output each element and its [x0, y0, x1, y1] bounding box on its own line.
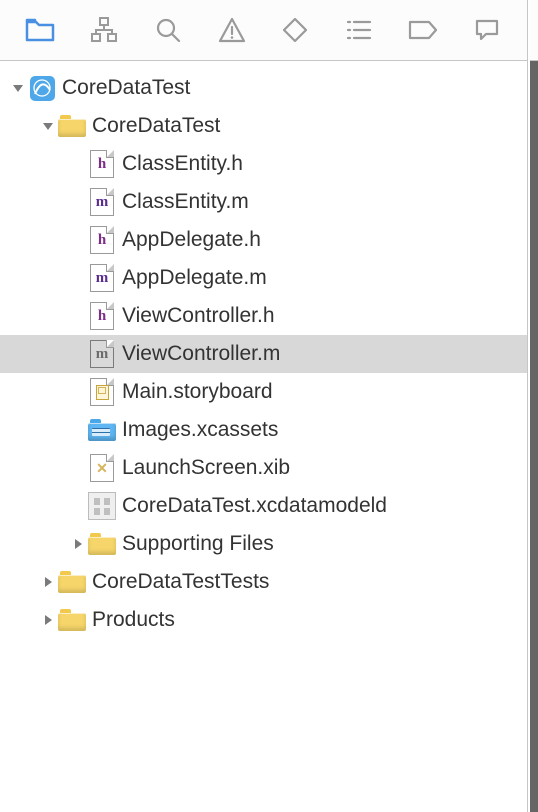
- tag-icon: [408, 20, 438, 40]
- tree-item-group[interactable]: Products: [0, 601, 527, 639]
- find-navigator-tab[interactable]: [152, 14, 184, 46]
- tree-item-label: AppDelegate.h: [122, 228, 261, 252]
- tree-item-label: Products: [92, 608, 175, 632]
- disclosure-triangle-closed[interactable]: [38, 610, 58, 630]
- app-icon: [28, 74, 56, 102]
- diamond-icon: [282, 17, 308, 43]
- tree-item-file[interactable]: m ClassEntity.m: [0, 183, 527, 221]
- tree-item-label: ViewController.m: [122, 342, 280, 366]
- impl-file-icon: m: [88, 188, 116, 216]
- folder-icon: [58, 606, 86, 634]
- tree-item-group[interactable]: Supporting Files: [0, 525, 527, 563]
- tree-item-file-selected[interactable]: m ViewController.m: [0, 335, 527, 373]
- tree-item-group[interactable]: CoreDataTestTests: [0, 563, 527, 601]
- disclosure-triangle-closed[interactable]: [38, 572, 58, 592]
- tree-item-label: LaunchScreen.xib: [122, 456, 290, 480]
- folder-icon: [25, 17, 55, 43]
- tree-item-file[interactable]: CoreDataTest.xcdatamodeld: [0, 487, 527, 525]
- tree-item-label: Images.xcassets: [122, 418, 278, 442]
- tree-item-file[interactable]: h ViewController.h: [0, 297, 527, 335]
- disclosure-triangle-closed[interactable]: [68, 534, 88, 554]
- comment-icon: [474, 18, 500, 42]
- tree-item-label: ViewController.h: [122, 304, 275, 328]
- editor-toolbar-edge: [530, 0, 538, 61]
- tree-item-file[interactable]: h ClassEntity.h: [0, 145, 527, 183]
- report-navigator-tab[interactable]: [471, 14, 503, 46]
- storyboard-file-icon: [88, 378, 116, 406]
- breakpoint-navigator-tab[interactable]: [407, 14, 439, 46]
- editor-area-edge: [529, 0, 538, 812]
- xcassets-folder-icon: [88, 416, 116, 444]
- test-navigator-tab[interactable]: [279, 14, 311, 46]
- tree-item-project-root[interactable]: CoreDataTest: [0, 69, 527, 107]
- datamodel-file-icon: [88, 492, 116, 520]
- tree-item-file[interactable]: Main.storyboard: [0, 373, 527, 411]
- hierarchy-icon: [90, 17, 118, 43]
- header-file-icon: h: [88, 150, 116, 178]
- tree-item-label: ClassEntity.h: [122, 152, 243, 176]
- tree-item-file[interactable]: ✕ LaunchScreen.xib: [0, 449, 527, 487]
- project-tree[interactable]: CoreDataTest CoreDataTest h ClassEntity.…: [0, 61, 527, 812]
- folder-icon: [58, 112, 86, 140]
- header-file-icon: h: [88, 302, 116, 330]
- folder-icon: [58, 568, 86, 596]
- xib-file-icon: ✕: [88, 454, 116, 482]
- tree-item-group[interactable]: CoreDataTest: [0, 107, 527, 145]
- tree-item-label: ClassEntity.m: [122, 190, 249, 214]
- search-icon: [155, 17, 181, 43]
- warning-icon: [218, 17, 246, 43]
- impl-file-icon: m: [88, 264, 116, 292]
- tree-item-label: CoreDataTestTests: [92, 570, 269, 594]
- tree-item-file[interactable]: h AppDelegate.h: [0, 221, 527, 259]
- debug-navigator-tab[interactable]: [343, 14, 375, 46]
- issue-navigator-tab[interactable]: [216, 14, 248, 46]
- tree-item-file[interactable]: Images.xcassets: [0, 411, 527, 449]
- disclosure-triangle-open[interactable]: [8, 78, 28, 98]
- project-navigator-tab[interactable]: [24, 14, 56, 46]
- tree-item-label: Supporting Files: [122, 532, 274, 556]
- tree-item-label: CoreDataTest: [62, 76, 190, 100]
- tree-item-label: Main.storyboard: [122, 380, 273, 404]
- list-icon: [346, 19, 372, 41]
- tree-item-label: AppDelegate.m: [122, 266, 267, 290]
- tree-item-label: CoreDataTest: [92, 114, 220, 138]
- disclosure-triangle-open[interactable]: [38, 116, 58, 136]
- folder-icon: [88, 530, 116, 558]
- impl-file-icon: m: [88, 340, 116, 368]
- tree-item-label: CoreDataTest.xcdatamodeld: [122, 494, 387, 518]
- symbol-navigator-tab[interactable]: [88, 14, 120, 46]
- navigator-panel: CoreDataTest CoreDataTest h ClassEntity.…: [0, 0, 528, 812]
- header-file-icon: h: [88, 226, 116, 254]
- tree-item-file[interactable]: m AppDelegate.m: [0, 259, 527, 297]
- navigator-toolbar: [0, 0, 527, 61]
